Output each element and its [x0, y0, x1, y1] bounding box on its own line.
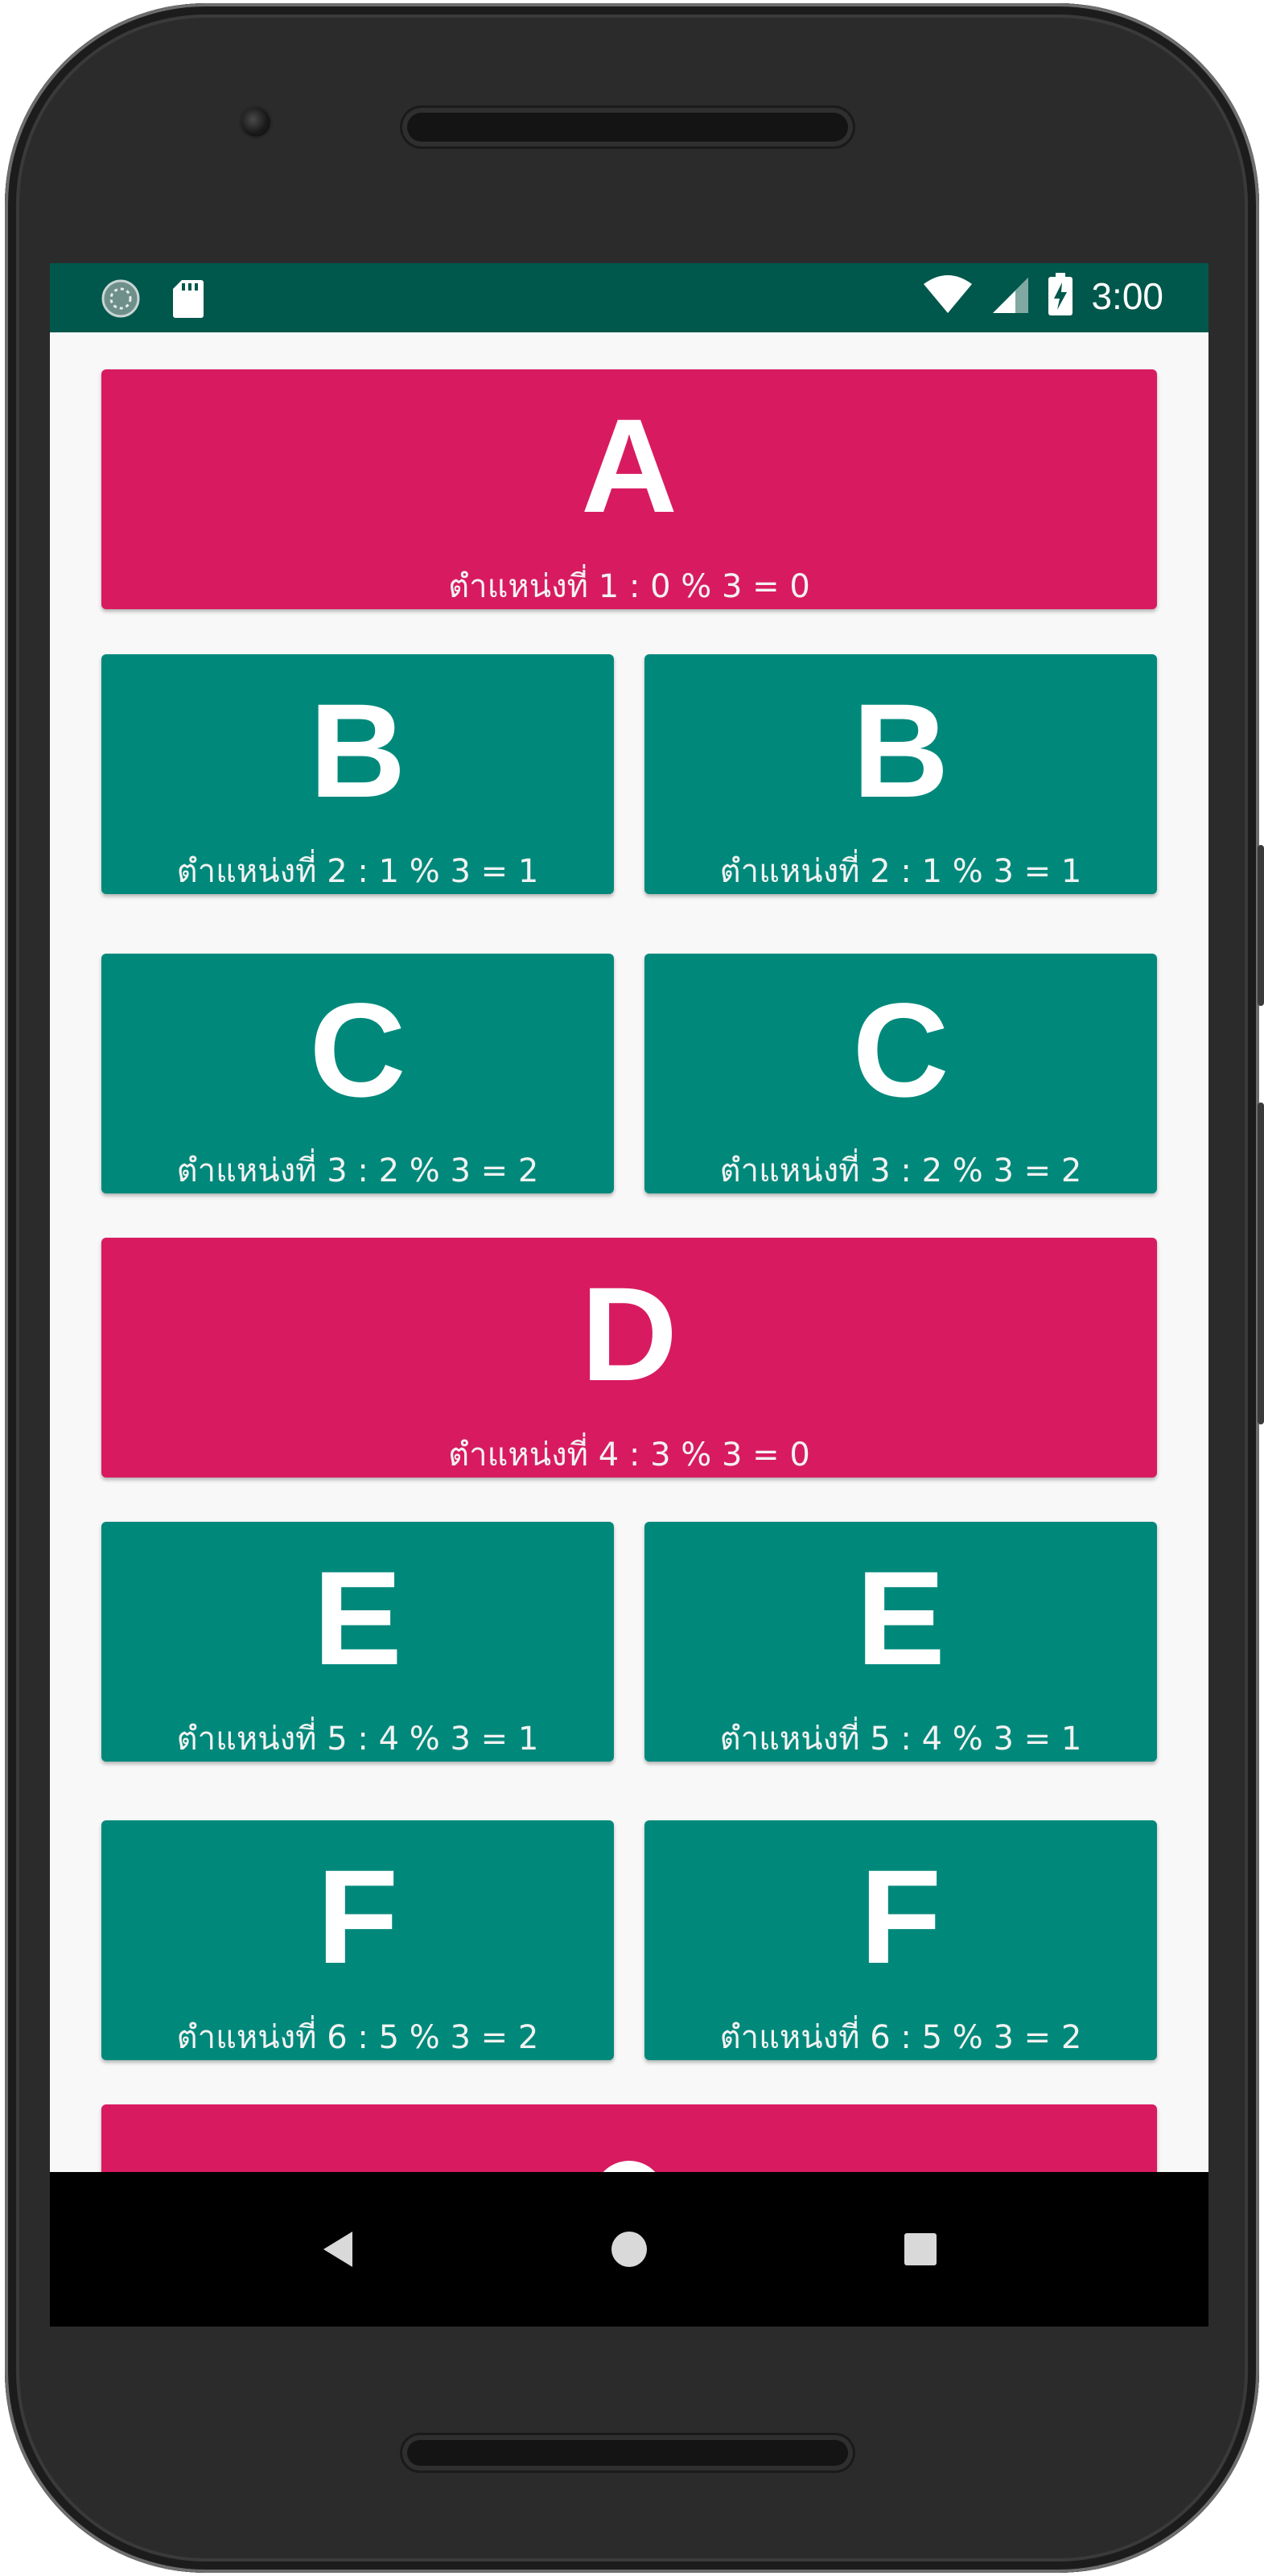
- card-letter: D: [581, 1260, 677, 1409]
- status-bar: 3:00: [50, 263, 1208, 332]
- card-position-text: ตำแหน่งที่ 3 : 2 % 3 = 2: [176, 1152, 539, 1189]
- card-position-text: ตำแหน่งที่ 6 : 5 % 3 = 2: [176, 2019, 539, 2056]
- card-letter: E: [856, 1544, 945, 1693]
- card-half-width-left[interactable]: E ตำแหน่งที่ 5 : 4 % 3 = 1: [101, 1522, 614, 1762]
- card-position-text: ตำแหน่งที่ 2 : 1 % 3 = 1: [176, 853, 539, 890]
- card-position-text: ตำแหน่งที่ 1 : 0 % 3 = 0: [448, 568, 810, 605]
- card-letter: E: [313, 1544, 402, 1693]
- screen: 3:00 A ตำแหน่งที่ 1 : 0 % 3 = 0 B ตำแหน่…: [50, 263, 1208, 2327]
- card-letter: F: [859, 1843, 942, 1992]
- card-position-text: ตำแหน่งที่ 4 : 3 % 3 = 0: [448, 1436, 810, 1473]
- card-letter: B: [852, 677, 949, 826]
- card-letter: C: [852, 976, 949, 1125]
- card-position-text: ตำแหน่งที่ 5 : 4 % 3 = 1: [176, 1721, 539, 1758]
- power-button: [1258, 845, 1264, 1006]
- card-half-width-right[interactable]: F ตำแหน่งที่ 6 : 5 % 3 = 2: [644, 1820, 1157, 2060]
- card-half-width-left[interactable]: F ตำแหน่งที่ 6 : 5 % 3 = 2: [101, 1820, 614, 2060]
- card-half-width-right[interactable]: E ตำแหน่งที่ 5 : 4 % 3 = 1: [644, 1522, 1157, 1762]
- card-letter: C: [309, 976, 406, 1125]
- earpiece-speaker: [402, 108, 853, 146]
- card-position-text: ตำแหน่งที่ 3 : 2 % 3 = 2: [719, 1152, 1082, 1189]
- bottom-speaker: [402, 2435, 853, 2471]
- front-camera: [241, 108, 270, 137]
- card-position-text: ตำแหน่งที่ 6 : 5 % 3 = 2: [719, 2019, 1082, 2056]
- card-letter: A: [581, 392, 677, 541]
- sync-circle-icon: [100, 278, 142, 323]
- battery-charging-icon: [1048, 273, 1073, 319]
- wifi-icon: [922, 274, 974, 318]
- card-full-width[interactable]: A ตำแหน่งที่ 1 : 0 % 3 = 0: [101, 369, 1157, 609]
- card-letter-partial: [594, 2161, 665, 2172]
- card-grid-list[interactable]: A ตำแหน่งที่ 1 : 0 % 3 = 0 B ตำแหน่งที่ …: [50, 332, 1208, 2172]
- recents-icon: [904, 2233, 937, 2265]
- card-half-width-right[interactable]: B ตำแหน่งที่ 2 : 1 % 3 = 1: [644, 654, 1157, 894]
- card-full-width-partial[interactable]: [101, 2104, 1157, 2172]
- card-letter: B: [309, 677, 406, 826]
- back-icon: [323, 2232, 352, 2267]
- navigation-bar: [50, 2172, 1208, 2327]
- card-position-text: ตำแหน่งที่ 5 : 4 % 3 = 1: [719, 1721, 1082, 1758]
- card-full-width[interactable]: D ตำแหน่งที่ 4 : 3 % 3 = 0: [101, 1238, 1157, 1478]
- card-half-width-left[interactable]: C ตำแหน่งที่ 3 : 2 % 3 = 2: [101, 954, 614, 1193]
- card-position-text: ตำแหน่งที่ 2 : 1 % 3 = 1: [719, 853, 1082, 890]
- home-icon: [611, 2232, 647, 2267]
- sd-card-icon: [172, 278, 204, 322]
- back-button[interactable]: [306, 2217, 370, 2281]
- home-button[interactable]: [597, 2217, 661, 2281]
- volume-button: [1258, 1103, 1264, 1424]
- card-half-width-right[interactable]: C ตำแหน่งที่ 3 : 2 % 3 = 2: [644, 954, 1157, 1193]
- recents-button[interactable]: [888, 2217, 953, 2281]
- status-bar-clock: 3:00: [1091, 275, 1163, 317]
- card-half-width-left[interactable]: B ตำแหน่งที่ 2 : 1 % 3 = 1: [101, 654, 614, 894]
- card-letter: F: [316, 1843, 399, 1992]
- cellular-signal-icon: [991, 274, 1030, 318]
